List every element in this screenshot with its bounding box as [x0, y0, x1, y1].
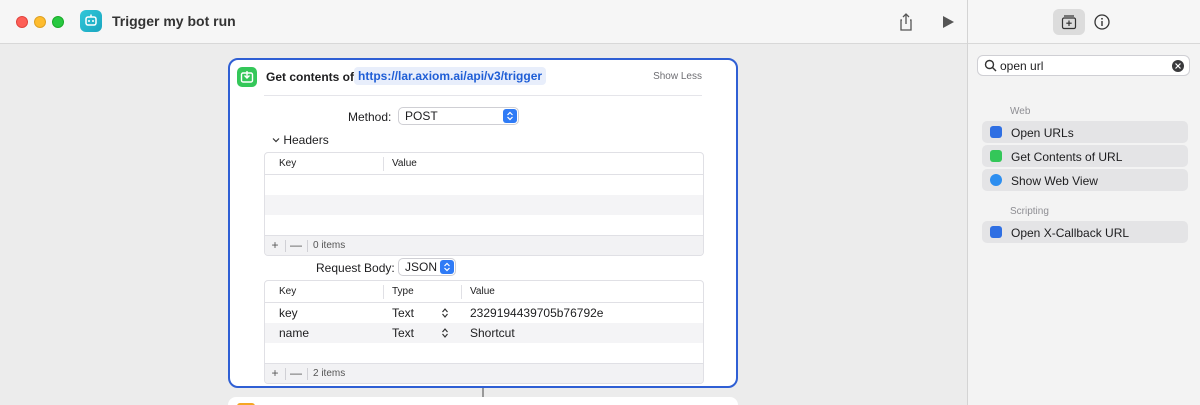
- method-value: POST: [405, 109, 438, 123]
- open-urls-icon: [990, 126, 1002, 138]
- table-row[interactable]: [265, 215, 703, 235]
- column-header-value: Value: [470, 286, 495, 297]
- url-token[interactable]: https://lar.axiom.ai/api/v3/trigger: [354, 67, 547, 85]
- request-body-table: Key Type Value key Text 2329194439705b76…: [264, 280, 704, 384]
- table-row[interactable]: name Text Shortcut: [265, 323, 703, 343]
- table-header: Key Type Value: [265, 281, 703, 303]
- add-row-button[interactable]: +: [267, 366, 283, 381]
- zoom-window-button[interactable]: [52, 16, 64, 28]
- shortcut-icon[interactable]: [80, 10, 102, 32]
- sidebar-item-label: Open X-Callback URL: [1011, 226, 1130, 240]
- table-row[interactable]: [265, 195, 703, 215]
- footer-divider: [307, 368, 308, 380]
- sidebar-item-open-x-callback-url[interactable]: Open X-Callback URL: [982, 221, 1188, 243]
- next-action-card[interactable]: [228, 397, 738, 405]
- column-header-key: Key: [279, 286, 297, 297]
- search-icon: [984, 59, 997, 75]
- safari-icon: [990, 174, 1002, 186]
- chevron-updown-icon[interactable]: [441, 307, 449, 322]
- section-title-web: Web: [1010, 106, 1031, 117]
- window-title: Trigger my bot run: [112, 13, 236, 29]
- action-title: Get contents of: [266, 70, 355, 84]
- section-title-scripting: Scripting: [1010, 206, 1049, 217]
- method-label: Method:: [348, 110, 392, 124]
- column-divider: [383, 285, 384, 299]
- item-count: 2 items: [313, 368, 346, 379]
- info-icon[interactable]: [1092, 12, 1112, 32]
- table-row[interactable]: key Text 2329194439705b76792e: [265, 303, 703, 323]
- sidebar-item-label: Get Contents of URL: [1011, 150, 1123, 164]
- clear-search-icon[interactable]: [1172, 60, 1184, 72]
- footer-divider: [285, 368, 286, 380]
- item-count: 0 items: [313, 240, 346, 251]
- editor-canvas: Get contents of https://lar.axiom.ai/api…: [0, 45, 967, 405]
- table-row[interactable]: [265, 175, 703, 195]
- sidebar-item-open-urls[interactable]: Open URLs: [982, 121, 1188, 143]
- remove-row-button[interactable]: —: [288, 366, 304, 381]
- footer-divider: [307, 240, 308, 252]
- show-less-button[interactable]: Show Less: [653, 71, 702, 82]
- table-header: Key Value: [265, 153, 703, 175]
- column-divider: [461, 285, 462, 299]
- divider: [264, 95, 702, 96]
- headers-label: Headers: [283, 133, 329, 147]
- table-footer: + — 0 items: [265, 235, 703, 255]
- minimize-window-button[interactable]: [34, 16, 46, 28]
- sidebar-toolbar: [968, 0, 1200, 44]
- row-value[interactable]: 2329194439705b76792e: [470, 306, 603, 320]
- row-value[interactable]: Shortcut: [470, 326, 515, 340]
- search-field[interactable]: [977, 55, 1190, 76]
- action-library-sidebar: Web Open URLs Get Contents of URL Show W…: [967, 0, 1200, 405]
- chevron-updown-icon[interactable]: [441, 327, 449, 342]
- column-header-key: Key: [279, 158, 297, 169]
- footer-divider: [285, 240, 286, 252]
- run-icon[interactable]: [938, 12, 958, 32]
- get-contents-icon: [237, 67, 257, 87]
- search-input[interactable]: [1000, 58, 1170, 74]
- close-window-button[interactable]: [16, 16, 28, 28]
- sidebar-item-label: Open URLs: [1011, 126, 1074, 140]
- headers-table: Key Value + — 0 items: [264, 152, 704, 256]
- chevron-updown-icon: [503, 109, 517, 123]
- chevron-down-icon: [272, 133, 280, 147]
- x-callback-icon: [990, 226, 1002, 238]
- library-icon[interactable]: [1053, 9, 1085, 35]
- row-type[interactable]: Text: [392, 326, 414, 340]
- add-row-button[interactable]: +: [267, 238, 283, 253]
- row-type[interactable]: Text: [392, 306, 414, 320]
- request-body-label: Request Body:: [316, 261, 395, 275]
- sidebar-item-get-contents-of-url[interactable]: Get Contents of URL: [982, 145, 1188, 167]
- sidebar-item-label: Show Web View: [1011, 174, 1098, 188]
- share-icon[interactable]: [896, 12, 916, 32]
- row-key[interactable]: key: [279, 306, 298, 320]
- get-contents-action-card[interactable]: Get contents of https://lar.axiom.ai/api…: [228, 58, 738, 388]
- remove-row-button[interactable]: —: [288, 238, 304, 253]
- request-body-value: JSON: [405, 260, 438, 274]
- column-header-value: Value: [392, 158, 417, 169]
- row-key[interactable]: name: [279, 326, 309, 340]
- column-header-type: Type: [392, 286, 414, 297]
- headers-disclosure[interactable]: Headers: [272, 133, 329, 147]
- sidebar-item-show-web-view[interactable]: Show Web View: [982, 169, 1188, 191]
- chevron-updown-icon: [440, 260, 454, 274]
- table-footer: + — 2 items: [265, 363, 703, 383]
- method-select[interactable]: POST: [398, 107, 519, 125]
- window-titlebar: Trigger my bot run: [0, 0, 967, 44]
- column-divider: [383, 157, 384, 171]
- request-body-select[interactable]: JSON: [398, 258, 456, 276]
- get-contents-icon: [990, 150, 1002, 162]
